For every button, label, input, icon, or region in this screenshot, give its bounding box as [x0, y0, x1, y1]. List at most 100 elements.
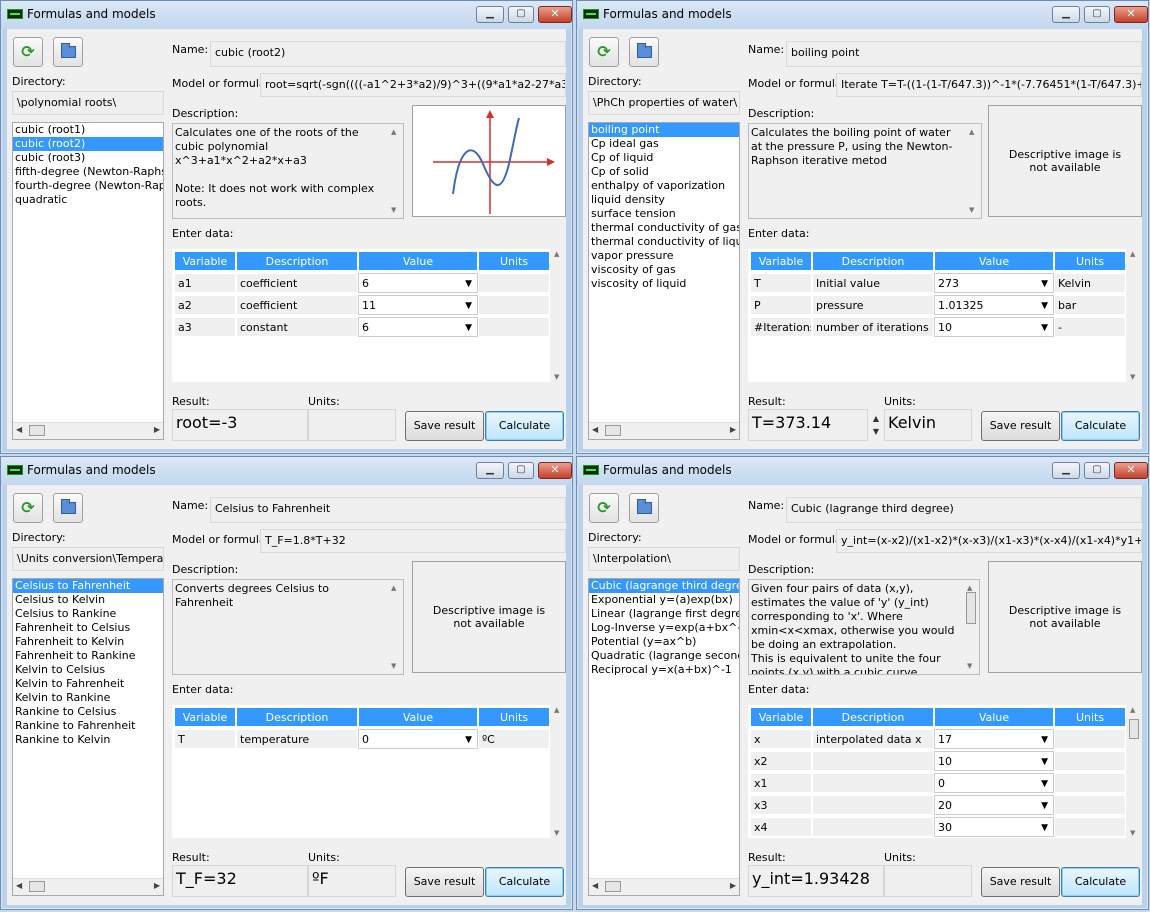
dropdown-arrow-icon[interactable]: ▼: [465, 274, 472, 292]
description-scrollbar[interactable]: ▲ ▼: [963, 580, 979, 674]
value-dropdown[interactable]: 6 ▼: [358, 317, 478, 337]
grid-scrollbar[interactable]: ▲ ▼: [1126, 705, 1142, 838]
result-field[interactable]: y_int=1.93428: [748, 865, 884, 897]
list-item[interactable]: Rankine to Fahrenheit: [13, 719, 163, 733]
name-field[interactable]: boiling point: [786, 41, 1142, 67]
dropdown-arrow-icon[interactable]: ▼: [465, 730, 472, 748]
description-box[interactable]: Calculates the boiling point of water at…: [748, 123, 982, 219]
scroll-down-icon[interactable]: ▼: [969, 203, 974, 217]
spin-down-icon[interactable]: ▼: [870, 426, 882, 438]
dropdown-arrow-icon[interactable]: ▼: [1041, 730, 1048, 748]
dropdown-arrow-icon[interactable]: ▼: [1041, 796, 1048, 814]
list-item[interactable]: Fahrenheit to Celsius: [13, 621, 163, 635]
scroll-up-icon[interactable]: ▲: [391, 125, 396, 139]
formula-list[interactable]: Celsius to Fahrenheit Celsius to Kelvin …: [12, 578, 164, 896]
title-bar[interactable]: Formulas and models ▁ ▢ ✕: [1, 1, 572, 29]
formula-list[interactable]: boiling point Cp ideal gas Cp of liquid …: [588, 122, 740, 440]
column-header-value[interactable]: Value: [934, 707, 1054, 727]
column-header-variable[interactable]: Variable: [174, 251, 236, 271]
column-header-description[interactable]: Description: [812, 707, 934, 727]
list-item[interactable]: thermal conductivity of liquid: [589, 235, 739, 249]
scroll-up-icon[interactable]: ▲: [554, 706, 559, 714]
scroll-down-icon[interactable]: ▼: [1130, 373, 1135, 381]
open-folder-button[interactable]: [629, 37, 659, 67]
column-header-units[interactable]: Units: [478, 251, 550, 271]
scroll-up-icon[interactable]: ▲: [969, 125, 974, 139]
scroll-up-icon[interactable]: ▲: [554, 250, 559, 258]
maximize-button[interactable]: ▢: [1084, 462, 1110, 479]
formula-field[interactable]: T_F=1.8*T+32: [260, 529, 566, 553]
title-bar[interactable]: Formulas and models ▁ ▢ ✕: [1, 457, 572, 485]
list-item[interactable]: Exponential y=(a)exp(bx): [589, 593, 739, 607]
list-item[interactable]: Rankine to Celsius: [13, 705, 163, 719]
save-result-button[interactable]: Save result: [405, 411, 484, 441]
grid-scrollbar[interactable]: ▲ ▼: [1126, 249, 1142, 382]
minimize-button[interactable]: ▁: [1052, 462, 1080, 479]
column-header-value[interactable]: Value: [934, 251, 1054, 271]
close-button[interactable]: ✕: [538, 6, 572, 23]
scroll-right-icon[interactable]: ▶: [154, 881, 160, 890]
scroll-left-icon[interactable]: ◀: [16, 881, 22, 890]
name-field[interactable]: Celsius to Fahrenheit: [210, 497, 566, 523]
calculate-button[interactable]: Calculate: [1061, 867, 1140, 897]
list-item[interactable]: Celsius to Kelvin: [13, 593, 163, 607]
column-header-description[interactable]: Description: [236, 707, 358, 727]
scroll-down-icon[interactable]: ▼: [1130, 829, 1135, 837]
name-field[interactable]: cubic (root2): [210, 41, 566, 67]
column-header-description[interactable]: Description: [812, 251, 934, 271]
list-item-selected[interactable]: cubic (root2): [13, 137, 163, 151]
list-item[interactable]: Log-Inverse y=exp(a+bx^-1): [589, 621, 739, 635]
list-item[interactable]: Linear (lagrange first degree): [589, 607, 739, 621]
scroll-thumb[interactable]: [605, 425, 621, 436]
list-item[interactable]: Fahrenheit to Rankine: [13, 649, 163, 663]
value-dropdown[interactable]: 1.01325 ▼: [934, 295, 1054, 315]
refresh-button[interactable]: ⟳: [589, 493, 619, 523]
grid-scrollbar[interactable]: ▲ ▼: [550, 705, 566, 838]
result-units-field[interactable]: ºF: [308, 865, 396, 897]
list-item[interactable]: Quadratic (lagrange second de: [589, 649, 739, 663]
open-folder-button[interactable]: [629, 493, 659, 523]
list-item[interactable]: cubic (root3): [13, 151, 163, 165]
description-box[interactable]: Converts degrees Celsius to Fahrenheit ▲…: [172, 579, 404, 675]
list-item[interactable]: Kelvin to Celsius: [13, 663, 163, 677]
calculate-button[interactable]: Calculate: [485, 867, 564, 897]
list-item[interactable]: surface tension: [589, 207, 739, 221]
list-item[interactable]: Fahrenheit to Kelvin: [13, 635, 163, 649]
value-dropdown[interactable]: 11 ▼: [358, 295, 478, 315]
scroll-right-icon[interactable]: ▶: [154, 425, 160, 434]
scroll-up-icon[interactable]: ▲: [391, 581, 396, 595]
scroll-down-icon[interactable]: ▼: [554, 829, 559, 837]
scroll-thumb[interactable]: [1129, 719, 1139, 739]
scroll-thumb[interactable]: [605, 881, 621, 892]
list-item[interactable]: Rankine to Kelvin: [13, 733, 163, 747]
column-header-description[interactable]: Description: [236, 251, 358, 271]
open-folder-button[interactable]: [53, 493, 83, 523]
list-item[interactable]: Cp ideal gas: [589, 137, 739, 151]
dropdown-arrow-icon[interactable]: ▼: [1041, 752, 1048, 770]
formula-field[interactable]: y_int=(x-x2)/(x1-x2)*(x-x3)/(x1-x3)*(x-x…: [836, 529, 1142, 553]
value-dropdown[interactable]: 17 ▼: [934, 729, 1054, 749]
description-scrollbar[interactable]: ▲ ▼: [965, 124, 981, 218]
dropdown-arrow-icon[interactable]: ▼: [1041, 818, 1048, 836]
result-field[interactable]: root=-3: [172, 409, 308, 441]
value-dropdown[interactable]: 6 ▼: [358, 273, 478, 293]
list-item[interactable]: viscosity of liquid: [589, 277, 739, 291]
list-horizontal-scrollbar[interactable]: ◀ ▶: [589, 878, 739, 895]
value-dropdown[interactable]: 10 ▼: [934, 751, 1054, 771]
list-item[interactable]: Kelvin to Fahrenheit: [13, 677, 163, 691]
save-result-button[interactable]: Save result: [981, 411, 1060, 441]
result-units-field[interactable]: Kelvin: [884, 409, 972, 441]
list-item[interactable]: Celsius to Rankine: [13, 607, 163, 621]
description-box[interactable]: Calculates one of the roots of the cubic…: [172, 123, 404, 219]
value-dropdown[interactable]: 10 ▼: [934, 317, 1054, 337]
list-item[interactable]: thermal conductivity of gas: [589, 221, 739, 235]
maximize-button[interactable]: ▢: [508, 462, 534, 479]
scroll-thumb[interactable]: [966, 592, 976, 624]
title-bar[interactable]: Formulas and models ▁ ▢ ✕: [577, 457, 1148, 485]
formula-list[interactable]: Cubic (lagrange third degree) Exponentia…: [588, 578, 740, 896]
list-item[interactable]: Potential (y=ax^b): [589, 635, 739, 649]
formula-field[interactable]: Iterate T=T-((1-(1-T/647.3))^-1*(-7.7645…: [836, 73, 1142, 97]
result-units-field[interactable]: [308, 409, 396, 441]
dropdown-arrow-icon[interactable]: ▼: [465, 296, 472, 314]
title-bar[interactable]: Formulas and models ▁ ▢ ✕: [577, 1, 1148, 29]
